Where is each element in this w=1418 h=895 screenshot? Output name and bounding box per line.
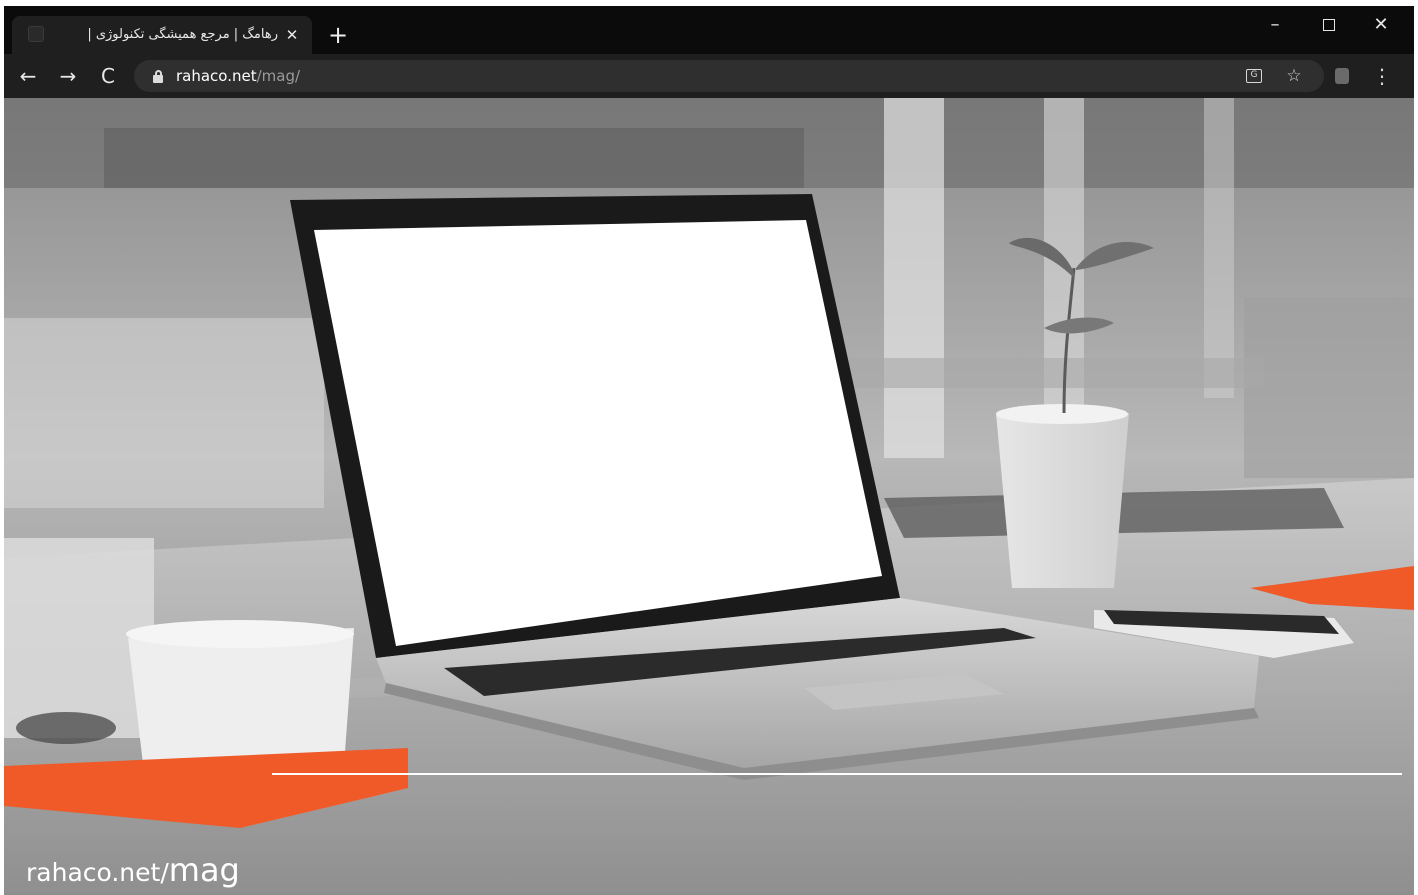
bookmark-star-icon[interactable]: ☆	[1280, 62, 1308, 90]
new-tab-button[interactable]: +	[324, 22, 352, 50]
browser-window: رهامگ | مرجع همیشگی تکنولوژی | ✕ + – ✕ ←…	[0, 0, 1418, 895]
title-bar: رهامگ | مرجع همیشگی تکنولوژی | ✕ + – ✕	[4, 6, 1414, 54]
url-host: rahaco.net	[176, 67, 257, 85]
maximize-icon	[1323, 19, 1335, 31]
translate-icon[interactable]: G	[1240, 62, 1268, 90]
close-window-button[interactable]: ✕	[1356, 10, 1406, 40]
laptop-screen	[314, 220, 882, 646]
caption-divider	[272, 773, 1402, 775]
laptop-photo-illustration	[4, 98, 1414, 895]
url-text[interactable]: rahaco.net/mag/	[176, 66, 300, 86]
url-path: /mag/	[256, 67, 301, 85]
tab-title: رهامگ | مرجع همیشگی تکنولوژی |	[87, 27, 278, 42]
tab-active[interactable]: رهامگ | مرجع همیشگی تکنولوژی | ✕	[12, 16, 312, 54]
forward-button[interactable]: →	[54, 62, 82, 90]
address-bar[interactable]: rahaco.net/mag/	[134, 60, 1324, 92]
reload-button[interactable]: C	[94, 62, 122, 90]
back-button[interactable]: ←	[14, 62, 42, 90]
site-favicon-icon	[28, 26, 44, 42]
watermark-caption: rahaco.net/mag	[26, 850, 240, 890]
maximize-button[interactable]	[1304, 10, 1354, 40]
extension-icon[interactable]	[1328, 62, 1356, 90]
tab-close-icon[interactable]: ✕	[282, 25, 302, 45]
browser-toolbar: ← → C rahaco.net/mag/ G ☆ ⋮	[4, 54, 1414, 98]
caption-domain: rahaco.net/	[26, 858, 169, 887]
hero-image: rahaco.net/mag	[4, 98, 1414, 895]
coffee-cup	[128, 628, 354, 772]
lock-icon[interactable]	[152, 70, 164, 83]
minimize-button[interactable]: –	[1250, 10, 1300, 40]
caption-mag: mag	[168, 851, 240, 889]
browser-menu-icon[interactable]: ⋮	[1368, 62, 1396, 90]
